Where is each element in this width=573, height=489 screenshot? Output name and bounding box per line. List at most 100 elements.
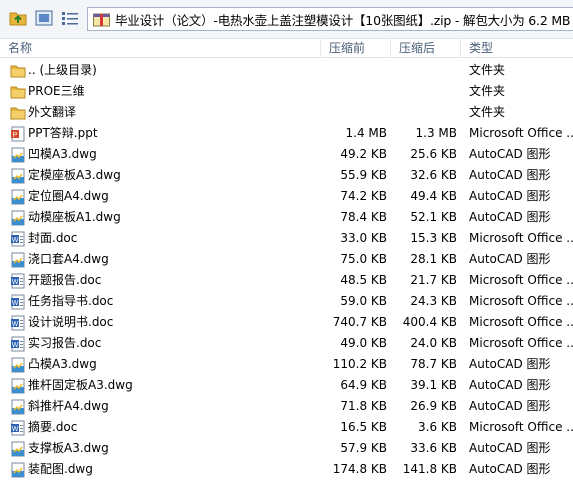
file-compressed-size: 3.6 KB [418,420,457,434]
file-size: 174.8 KB [332,462,387,476]
file-name: 设计说明书.doc [28,315,114,329]
file-size: 110.2 KB [332,357,387,371]
file-row[interactable]: 凸模A3.dwg 110.2 KB 78.7 KB AutoCAD 图形 [0,354,573,375]
large-icons-view-button[interactable] [35,9,53,27]
file-size: 49.0 KB [340,336,387,350]
doc-icon: W [10,231,26,247]
doc-icon: W [10,336,26,352]
file-name: 封面.doc [28,231,78,245]
file-row[interactable]: 支撑板A3.dwg 57.9 KB 33.6 KB AutoCAD 图形 [0,438,573,459]
file-compressed-size: 15.3 KB [410,231,457,245]
file-type: AutoCAD 图形 [469,252,551,266]
doc-icon: W [10,420,26,436]
file-row[interactable]: 定位圈A4.dwg 74.2 KB 49.4 KB AutoCAD 图形 [0,186,573,207]
file-size: 1.4 MB [345,126,387,140]
column-size-header[interactable]: 压缩前 [320,39,390,58]
svg-text:W: W [12,279,19,286]
file-row[interactable]: W 设计说明书.doc 740.7 KB 400.4 KB Microsoft Offi… [0,312,573,333]
file-row[interactable]: 斜推杆A4.dwg 71.8 KB 26.9 KB AutoCAD 图形 [0,396,573,417]
file-compressed-size: 32.6 KB [410,168,457,182]
file-name: 外文翻译 [28,105,77,119]
file-row[interactable]: W 摘要.doc 16.5 KB 3.6 KB Microsoft Office ... [0,417,573,438]
svg-text:W: W [12,321,19,328]
file-compressed-size: 78.7 KB [410,357,457,371]
dwg-icon [10,462,26,478]
file-row[interactable]: 定模座板A3.dwg 55.9 KB 32.6 KB AutoCAD 图形 [0,165,573,186]
file-name: 任务指导书.doc [28,294,114,308]
file-row[interactable]: W 开题报告.doc 48.5 KB 21.7 KB Microsoft Office … [0,270,573,291]
column-name-header[interactable]: 名称 [0,39,320,58]
address-bar[interactable]: 毕业设计（论文）-电热水壶上盖注塑模设计【10张图纸】.zip - 解包大小为 … [87,7,573,31]
details-view-button[interactable] [61,9,79,27]
file-type: Microsoft Office ... [469,420,573,434]
file-row[interactable]: W 封面.doc 33.0 KB 15.3 KB Microsoft Office ..… [0,228,573,249]
file-name: 浇口套A4.dwg [28,252,109,266]
file-name: 斜推杆A4.dwg [28,399,109,413]
file-compressed-size: 39.1 KB [410,378,457,392]
file-type: Microsoft Office ... [469,315,573,329]
file-size: 74.2 KB [340,189,387,203]
file-row[interactable]: PROE三维 文件夹 [0,81,573,102]
folder-icon [10,105,26,121]
file-name: PPT答辩.ppt [28,126,98,140]
file-name: 定位圈A4.dwg [28,189,109,203]
dwg-icon [10,357,26,373]
file-size: 71.8 KB [340,399,387,413]
file-type: AutoCAD 图形 [469,147,551,161]
column-compressed-header[interactable]: 压缩后 [390,39,460,58]
file-size: 78.4 KB [340,210,387,224]
file-compressed-size: 24.0 KB [410,336,457,350]
file-compressed-size: 21.7 KB [410,273,457,287]
file-row[interactable]: .. (上级目录) 文件夹 [0,60,573,81]
file-row[interactable]: 凹模A3.dwg 49.2 KB 25.6 KB AutoCAD 图形 [0,144,573,165]
file-name: 装配图.dwg [28,462,93,476]
archive-path: 毕业设计（论文）-电热水壶上盖注塑模设计【10张图纸】.zip - 解包大小为 … [115,12,571,28]
file-compressed-size: 1.3 MB [415,126,457,140]
file-type: AutoCAD 图形 [469,357,551,371]
up-folder-icon [9,10,27,26]
dwg-icon [10,252,26,268]
svg-text:W: W [12,300,19,307]
file-row[interactable]: W 实习报告.doc 49.0 KB 24.0 KB Microsoft Office … [0,333,573,354]
file-row[interactable]: W 任务指导书.doc 59.0 KB 24.3 KB Microsoft Office… [0,291,573,312]
file-compressed-size: 400.4 KB [402,315,457,329]
file-type: Microsoft Office ... [469,126,573,140]
file-size: 740.7 KB [332,315,387,329]
column-type-header[interactable]: 类型 [460,39,573,58]
folder-up-icon [10,63,26,79]
file-size: 75.0 KB [340,252,387,266]
file-type: Microsoft Office ... [469,294,573,308]
file-name: 支撑板A3.dwg [28,441,109,455]
file-row[interactable]: 浇口套A4.dwg 75.0 KB 28.1 KB AutoCAD 图形 [0,249,573,270]
file-list: .. (上级目录) 文件夹 PROE三维 文件夹 外文翻译 文件夹 P PPT答辩.ppt 1.… [0,60,573,480]
file-type: AutoCAD 图形 [469,462,551,476]
file-size: 57.9 KB [340,441,387,455]
file-size: 33.0 KB [340,231,387,245]
file-name: 动模座板A1.dwg [28,210,121,224]
file-size: 64.9 KB [340,378,387,392]
file-size: 55.9 KB [340,168,387,182]
doc-icon: W [10,273,26,289]
svg-text:P: P [13,132,18,139]
file-type: 文件夹 [469,84,506,98]
file-row[interactable]: 动模座板A1.dwg 78.4 KB 52.1 KB AutoCAD 图形 [0,207,573,228]
file-row[interactable]: 推杆固定板A3.dwg 64.9 KB 39.1 KB AutoCAD 图形 [0,375,573,396]
file-name: 开题报告.doc [28,273,102,287]
file-name: 定模座板A3.dwg [28,168,121,182]
zip-archive-icon [93,12,110,27]
file-row[interactable]: P PPT答辩.ppt 1.4 MB 1.3 MB Microsoft Office .… [0,123,573,144]
file-type: AutoCAD 图形 [469,399,551,413]
file-name: 凸模A3.dwg [28,357,97,371]
file-size: 16.5 KB [340,420,387,434]
file-type: Microsoft Office ... [469,273,573,287]
file-size: 48.5 KB [340,273,387,287]
file-row[interactable]: 外文翻译 文件夹 [0,102,573,123]
file-compressed-size: 25.6 KB [410,147,457,161]
file-name: 摘要.doc [28,420,78,434]
file-type: AutoCAD 图形 [469,441,551,455]
file-compressed-size: 49.4 KB [410,189,457,203]
svg-text:W: W [12,342,19,349]
up-folder-button[interactable] [9,9,27,27]
file-type: AutoCAD 图形 [469,378,551,392]
file-row[interactable]: 装配图.dwg 174.8 KB 141.8 KB AutoCAD 图形 [0,459,573,480]
